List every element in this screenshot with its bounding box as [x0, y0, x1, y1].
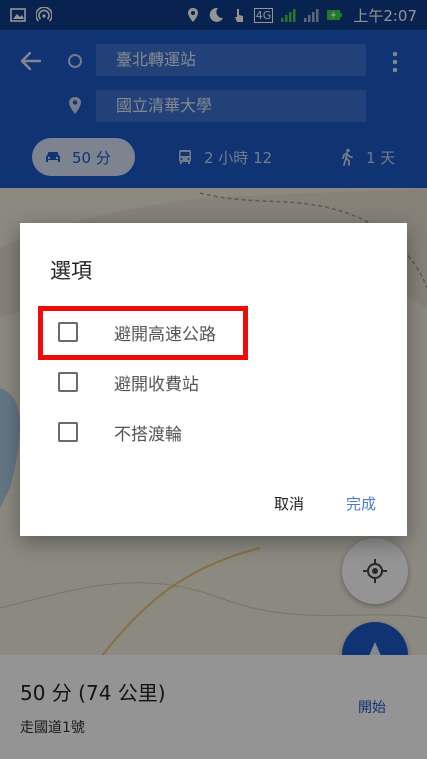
cancel-button[interactable]: 取消 [274, 493, 304, 514]
highlight-annotation [38, 306, 248, 360]
dialog-title: 選項 [50, 259, 92, 283]
checkbox-avoid-tolls[interactable] [58, 372, 78, 392]
option-avoid-tolls[interactable]: 避開收費站 [38, 359, 398, 405]
done-button[interactable]: 完成 [346, 493, 376, 514]
option-label: 不搭渡輪 [114, 424, 182, 445]
option-label: 避開收費站 [114, 374, 199, 395]
route-options-dialog: 選項 避開高速公路 避開收費站 不搭渡輪 取消 完成 [20, 223, 407, 536]
option-avoid-ferries[interactable]: 不搭渡輪 [38, 409, 398, 455]
checkbox-avoid-ferries[interactable] [58, 422, 78, 442]
